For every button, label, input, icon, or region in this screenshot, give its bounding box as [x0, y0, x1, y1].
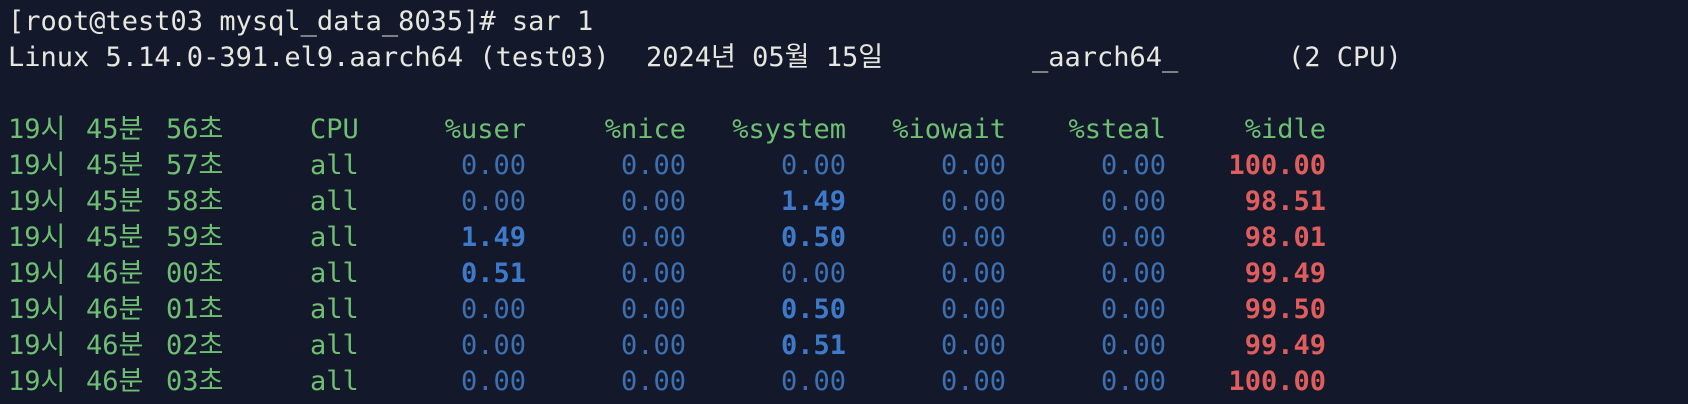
row-steal: 0.00 [1100, 150, 1166, 181]
row-idle: 99.49 [1244, 258, 1326, 289]
row-nice: 0.00 [620, 366, 686, 397]
row-nice: 0.00 [620, 294, 686, 325]
row-second: 57초 [166, 150, 224, 181]
previous-line-cutoff [0, 0, 1000, 2]
row-user: 0.00 [460, 294, 526, 325]
row-hour: 19시 [8, 222, 66, 253]
header-steal: %steal [1068, 114, 1166, 145]
sar-row: 19시 46분 01초 all 0.00 0.00 0.50 0.00 0.00 99.50 [8, 292, 1688, 328]
cpu-count: (2 CPU) [1288, 42, 1402, 73]
system-info-line: Linux 5.14.0-391.el9.aarch64 (test03) 20… [8, 40, 1688, 76]
sar-row: 19시 46분 03초 all 0.00 0.00 0.00 0.00 0.00 100.00 [8, 364, 1688, 400]
header-minute: 45분 [86, 114, 144, 145]
architecture: _aarch64_ [1032, 42, 1179, 73]
header-hour: 19시 [8, 114, 66, 145]
row-nice: 0.00 [620, 258, 686, 289]
row-cpu: all [310, 330, 359, 361]
terminal-window[interactable]: [root@test03 mysql_data_8035]# sar 1 Lin… [0, 0, 1688, 404]
row-cpu: all [310, 366, 359, 397]
sar-row: 19시 46분 02초 all 0.00 0.00 0.51 0.00 0.00 99.49 [8, 328, 1688, 364]
row-iowait: 0.00 [940, 294, 1006, 325]
row-iowait: 0.00 [940, 366, 1006, 397]
row-system: 0.00 [780, 366, 846, 397]
row-idle: 99.49 [1244, 330, 1326, 361]
row-minute: 46분 [86, 258, 144, 289]
header-cpu: CPU [310, 114, 359, 145]
header-system: %system [732, 114, 846, 145]
row-second: 59초 [166, 222, 224, 253]
report-date: 2024년 05월 15일 [646, 42, 884, 73]
row-second: 58초 [166, 186, 224, 217]
row-iowait: 0.00 [940, 258, 1006, 289]
header-idle: %idle [1244, 114, 1326, 145]
row-iowait: 0.00 [940, 222, 1006, 253]
row-nice: 0.00 [620, 150, 686, 181]
row-minute: 45분 [86, 186, 144, 217]
row-steal: 0.00 [1100, 330, 1166, 361]
row-hour: 19시 [8, 294, 66, 325]
sar-header-row: 19시 45분 56초 CPU %user %nice %system %iow… [8, 112, 1688, 148]
row-user: 0.00 [460, 186, 526, 217]
row-minute: 46분 [86, 330, 144, 361]
row-idle: 99.50 [1244, 294, 1326, 325]
kernel-info: Linux 5.14.0-391.el9.aarch64 (test03) [8, 42, 610, 73]
row-system: 0.50 [780, 294, 846, 325]
row-system: 0.50 [780, 222, 846, 253]
row-user: 0.00 [460, 366, 526, 397]
row-cpu: all [310, 258, 359, 289]
row-second: 02초 [166, 330, 224, 361]
sar-row: 19시 46분 00초 all 0.51 0.00 0.00 0.00 0.00 99.49 [8, 256, 1688, 292]
row-hour: 19시 [8, 366, 66, 397]
row-nice: 0.00 [620, 222, 686, 253]
row-system: 1.49 [780, 186, 846, 217]
row-user: 0.00 [460, 330, 526, 361]
sar-row: 19시 45분 58초 all 0.00 0.00 1.49 0.00 0.00 98.51 [8, 184, 1688, 220]
row-iowait: 0.00 [940, 330, 1006, 361]
row-steal: 0.00 [1100, 294, 1166, 325]
row-minute: 46분 [86, 366, 144, 397]
row-system: 0.00 [780, 258, 846, 289]
shell-prompt-line: [root@test03 mysql_data_8035]# sar 1 [8, 6, 594, 37]
row-minute: 45분 [86, 150, 144, 181]
row-idle: 98.01 [1244, 222, 1326, 253]
row-cpu: all [310, 222, 359, 253]
row-system: 0.00 [780, 150, 846, 181]
row-minute: 45분 [86, 222, 144, 253]
header-user: %user [444, 114, 526, 145]
row-nice: 0.00 [620, 330, 686, 361]
row-minute: 46분 [86, 294, 144, 325]
row-user: 0.00 [460, 150, 526, 181]
row-idle: 98.51 [1244, 186, 1326, 217]
header-nice: %nice [604, 114, 686, 145]
row-idle: 100.00 [1228, 150, 1326, 181]
row-hour: 19시 [8, 150, 66, 181]
row-steal: 0.00 [1100, 366, 1166, 397]
row-idle: 100.00 [1228, 366, 1326, 397]
header-second: 56초 [166, 114, 224, 145]
row-user: 0.51 [460, 258, 526, 289]
row-hour: 19시 [8, 258, 66, 289]
row-system: 0.51 [780, 330, 846, 361]
row-iowait: 0.00 [940, 150, 1006, 181]
row-cpu: all [310, 186, 359, 217]
row-second: 03초 [166, 366, 224, 397]
row-user: 1.49 [460, 222, 526, 253]
row-cpu: all [310, 294, 359, 325]
row-iowait: 0.00 [940, 186, 1006, 217]
row-hour: 19시 [8, 330, 66, 361]
header-iowait: %iowait [892, 114, 1006, 145]
row-nice: 0.00 [620, 186, 686, 217]
row-second: 01초 [166, 294, 224, 325]
row-steal: 0.00 [1100, 258, 1166, 289]
row-hour: 19시 [8, 186, 66, 217]
row-cpu: all [310, 150, 359, 181]
row-second: 00초 [166, 258, 224, 289]
sar-row: 19시 45분 59초 all 1.49 0.00 0.50 0.00 0.00 98.01 [8, 220, 1688, 256]
row-steal: 0.00 [1100, 186, 1166, 217]
row-steal: 0.00 [1100, 222, 1166, 253]
sar-row: 19시 45분 57초 all 0.00 0.00 0.00 0.00 0.00 100.00 [8, 148, 1688, 184]
